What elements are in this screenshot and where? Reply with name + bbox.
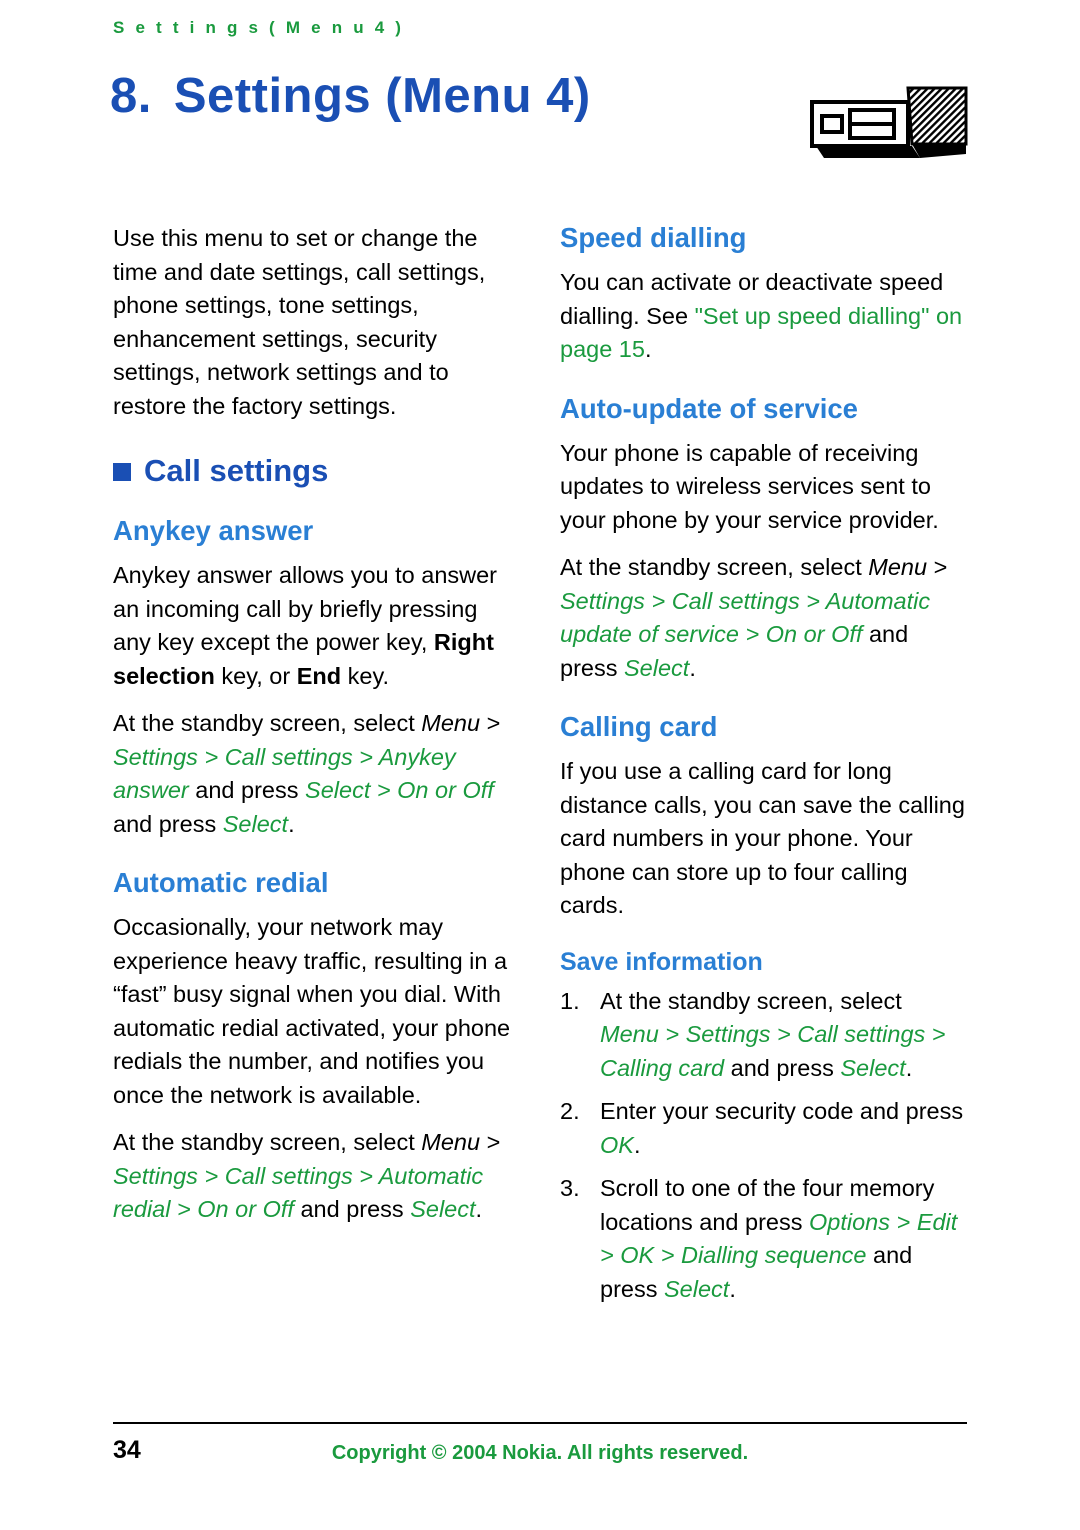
step-number: 1. xyxy=(560,987,580,1014)
heading-auto-update-of-service: Auto-update of service xyxy=(560,392,858,424)
autoredial-path-off: Off xyxy=(262,1196,294,1222)
step1-text-2: and press xyxy=(724,1054,841,1081)
autoredial-path-menu: Menu xyxy=(421,1129,481,1155)
anykey-path-sep-2: > xyxy=(370,777,398,803)
autoredial-path-on: On xyxy=(197,1196,229,1222)
step1-text-3: . xyxy=(905,1054,913,1081)
copyright-notice: Copyright © 2004 Nokia. All rights reser… xyxy=(331,1442,749,1464)
autoupdate-path-period: . xyxy=(689,654,696,681)
autoredial-path-sep-2: > xyxy=(170,1196,198,1222)
speed-page-number: 15 xyxy=(612,336,645,362)
anykey-answer-paragraph: Anykey answer allows you to answer an in… xyxy=(113,559,518,693)
document-page: S e t t i n g s ( M e n u 4 ) 8. Settings… xyxy=(0,0,1080,1530)
list-item: 1. At the standby screen, select Menu > S… xyxy=(560,985,965,1086)
speed-period: . xyxy=(644,336,652,362)
autoredial-path-text-2: and press xyxy=(293,1196,411,1222)
autoredial-path-sep-1: > xyxy=(480,1129,501,1155)
autoredial-path-text-1: At the standby screen, select xyxy=(113,1129,422,1155)
step3-green-1: Options xyxy=(809,1208,891,1235)
step-number: 3. xyxy=(560,1175,580,1201)
chapter-title-text: Settings (Menu 4) xyxy=(173,69,591,123)
anykey-path-period: . xyxy=(288,810,295,837)
autoupdate-path-on: On xyxy=(765,621,798,647)
save-information-steps: 1. At the standby screen, select Menu > S… xyxy=(560,985,965,1307)
anykey-path-menu: Menu xyxy=(421,710,481,736)
anykey-path-on: On xyxy=(397,777,429,803)
anykey-bold-2: End xyxy=(296,662,342,689)
square-bullet-icon xyxy=(113,463,131,481)
autoupdate-path-text-1: At the standby screen, select xyxy=(560,554,869,580)
step3-sep: > xyxy=(890,1208,917,1235)
chapter-number: 8. xyxy=(110,69,152,123)
speed-dialling-paragraph: You can activate or deactivate speed dia… xyxy=(560,266,965,367)
anykey-path-text-2: and press xyxy=(188,777,306,803)
step2-text-2: . xyxy=(633,1131,641,1158)
running-header: S e t t i n g s ( M e n u 4 ) xyxy=(113,18,405,37)
automatic-redial-path: At the standby screen, select Menu > Set… xyxy=(113,1126,518,1227)
intro-paragraph: Use this menu to set or change the time … xyxy=(113,225,486,419)
heading-speed-dialling: Speed dialling xyxy=(560,222,747,253)
calling-card-paragraph: If you use a calling card for long dista… xyxy=(560,758,965,918)
step2-text-1: Enter your security code and press xyxy=(600,1098,964,1124)
autoredial-path-or: or xyxy=(228,1196,263,1222)
step1-green-2: Select xyxy=(840,1054,906,1081)
left-column: Use this menu to set or change the time … xyxy=(113,222,518,1241)
heading-call-settings-text: Call settings xyxy=(144,453,329,488)
anykey-path-select-1: Select xyxy=(305,777,371,803)
anykey-path-text-3: and press xyxy=(113,810,223,837)
anykey-path-text-1: At the standby screen, select xyxy=(113,710,422,736)
step2-green-1: OK xyxy=(600,1131,634,1158)
list-item: 2. Enter your security code and press OK. xyxy=(560,1095,965,1162)
screwdriver-tools-icon xyxy=(800,80,975,175)
footer-divider xyxy=(113,1422,967,1424)
heading-anykey-answer: Anykey answer xyxy=(113,515,314,546)
anykey-path-select-2: Select xyxy=(222,810,289,837)
anykey-answer-path: At the standby screen, select Menu > Set… xyxy=(113,707,518,841)
autoupdate-path-off: Off xyxy=(831,621,863,647)
auto-update-path: At the standby screen, select Menu > Set… xyxy=(560,551,965,685)
right-column: Speed dialling You can activate or deact… xyxy=(560,222,965,1316)
anykey-path-or-1: or xyxy=(428,777,463,803)
automatic-redial-paragraph: Occasionally, your network may experienc… xyxy=(113,914,511,1108)
anykey-text-3: key. xyxy=(341,662,389,689)
anykey-text-2: key, or xyxy=(214,662,297,689)
anykey-path-off: Off xyxy=(462,777,494,803)
step3-text-4: . xyxy=(729,1275,736,1302)
anykey-path-sep-1: > xyxy=(480,710,501,736)
autoupdate-path-select: Select xyxy=(624,654,690,681)
step-number: 2. xyxy=(560,1098,580,1124)
heading-calling-card: Calling card xyxy=(560,711,718,742)
page-title: 8. Settings (Menu 4) xyxy=(110,68,591,124)
heading-save-information: Save information xyxy=(560,947,763,976)
autoredial-path-period: . xyxy=(475,1196,483,1222)
step3-green-3: Select xyxy=(664,1275,730,1302)
auto-update-paragraph: Your phone is capable of receiving updat… xyxy=(560,439,939,533)
heading-call-settings: Call settings xyxy=(113,453,518,489)
autoupdate-path-menu: Menu xyxy=(868,554,928,580)
step1-text-1: At the standby screen, select xyxy=(600,987,902,1014)
autoupdate-path-sep-2: > xyxy=(738,621,766,647)
autoupdate-path-sep-1: > xyxy=(927,554,948,580)
autoredial-path-select: Select xyxy=(410,1196,476,1222)
autoupdate-path-or: or xyxy=(797,621,832,647)
heading-automatic-redial: Automatic redial xyxy=(113,867,329,898)
list-item: 3. Scroll to one of the four memory locat… xyxy=(560,1172,965,1306)
